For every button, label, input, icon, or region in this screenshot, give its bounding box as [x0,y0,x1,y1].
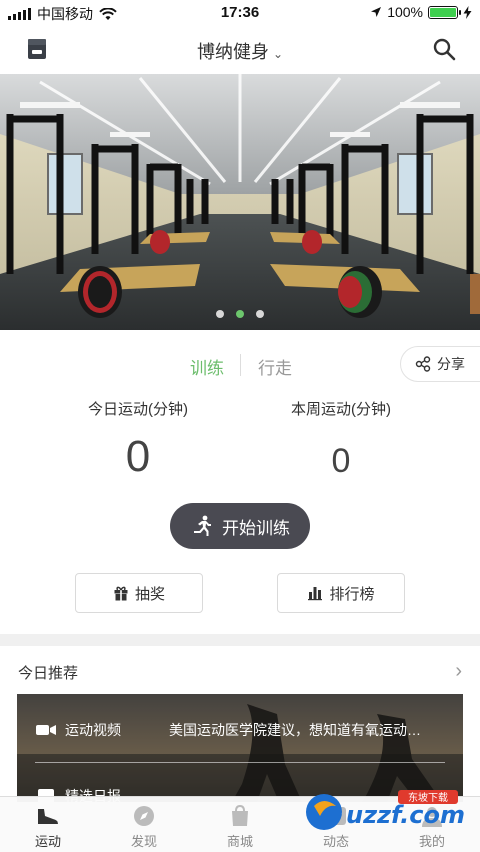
today-value: 0 [125,432,151,481]
charging-icon [463,5,472,19]
gift-icon [114,586,128,601]
chevron-down-icon: ⌄ [272,47,284,61]
tabbar-item-1[interactable]: 发现 [96,797,192,852]
mode-tabs: 训练 行走 分享 [0,346,480,382]
week-label: 本周运动(分钟) [291,401,391,418]
battery-icon [428,5,461,19]
week-value: 0 [331,442,351,480]
gym-photo [0,74,480,330]
today-label: 今日运动(分钟) [88,401,188,418]
page-title: 博纳健身 [196,42,269,62]
tab-train[interactable]: 训练 [190,354,224,379]
watermark-logo: uzzf.com 东坡下载 [302,786,472,836]
tabbar-item-0[interactable]: 运动 [0,797,96,852]
location-icon [371,7,382,17]
recommend-row-text: 美国运动医学院建议，想知道有氧运动… [169,722,421,738]
row-divider [35,762,445,763]
start-training-button[interactable]: 开始训练 [170,503,310,549]
gym-selector[interactable]: 博纳健身 ⌄ [0,38,480,64]
tabbar-label: 商城 [226,834,253,849]
compass-icon [134,806,154,826]
carousel-dot[interactable] [236,310,244,318]
bar-chart-icon [308,587,323,601]
carousel-dot[interactable] [216,310,224,318]
shoe-icon [38,809,58,824]
tabbar-item-2[interactable]: 商城 [192,797,288,852]
tab-divider [240,354,241,376]
carousel-dot[interactable] [256,310,264,318]
nav-bar: 博纳健身 ⌄ [0,26,480,74]
lottery-button[interactable]: 抽奖 [75,573,203,613]
recommend-title: 今日推荐 [18,665,79,682]
share-button[interactable]: 分享 [400,346,480,382]
share-icon [415,356,431,372]
svg-text:uzzf.com: uzzf.com [346,801,465,829]
search-icon[interactable] [432,37,456,61]
recommend-row-video[interactable]: 运动视频 美国运动医学院建议，想知道有氧运动… [17,710,463,750]
banner-carousel[interactable] [0,74,480,330]
svg-text:东坡下载: 东坡下载 [408,791,448,804]
chevron-right-icon: › [455,660,462,682]
section-divider [0,634,480,646]
tab-walk[interactable]: 行走 [258,354,292,379]
battery-level [430,7,456,17]
battery-percent: 100% [387,4,423,20]
tabbar-label: 运动 [34,834,61,849]
share-label: 分享 [437,356,465,372]
running-icon [194,515,211,536]
carousel-dots[interactable] [0,310,480,318]
bag-icon [232,804,248,826]
lottery-label: 抽奖 [134,585,165,603]
video-icon [36,725,56,735]
leaderboard-label: 排行榜 [329,585,375,603]
start-training-label: 开始训练 [222,518,290,538]
tabbar-label: 发现 [130,834,157,849]
recommend-row-label: 运动视频 [65,722,121,738]
status-bar: 中国移动 17:36 100% [0,0,480,26]
leaderboard-button[interactable]: 排行榜 [277,573,405,613]
recommend-header[interactable]: 今日推荐 › [0,646,480,694]
